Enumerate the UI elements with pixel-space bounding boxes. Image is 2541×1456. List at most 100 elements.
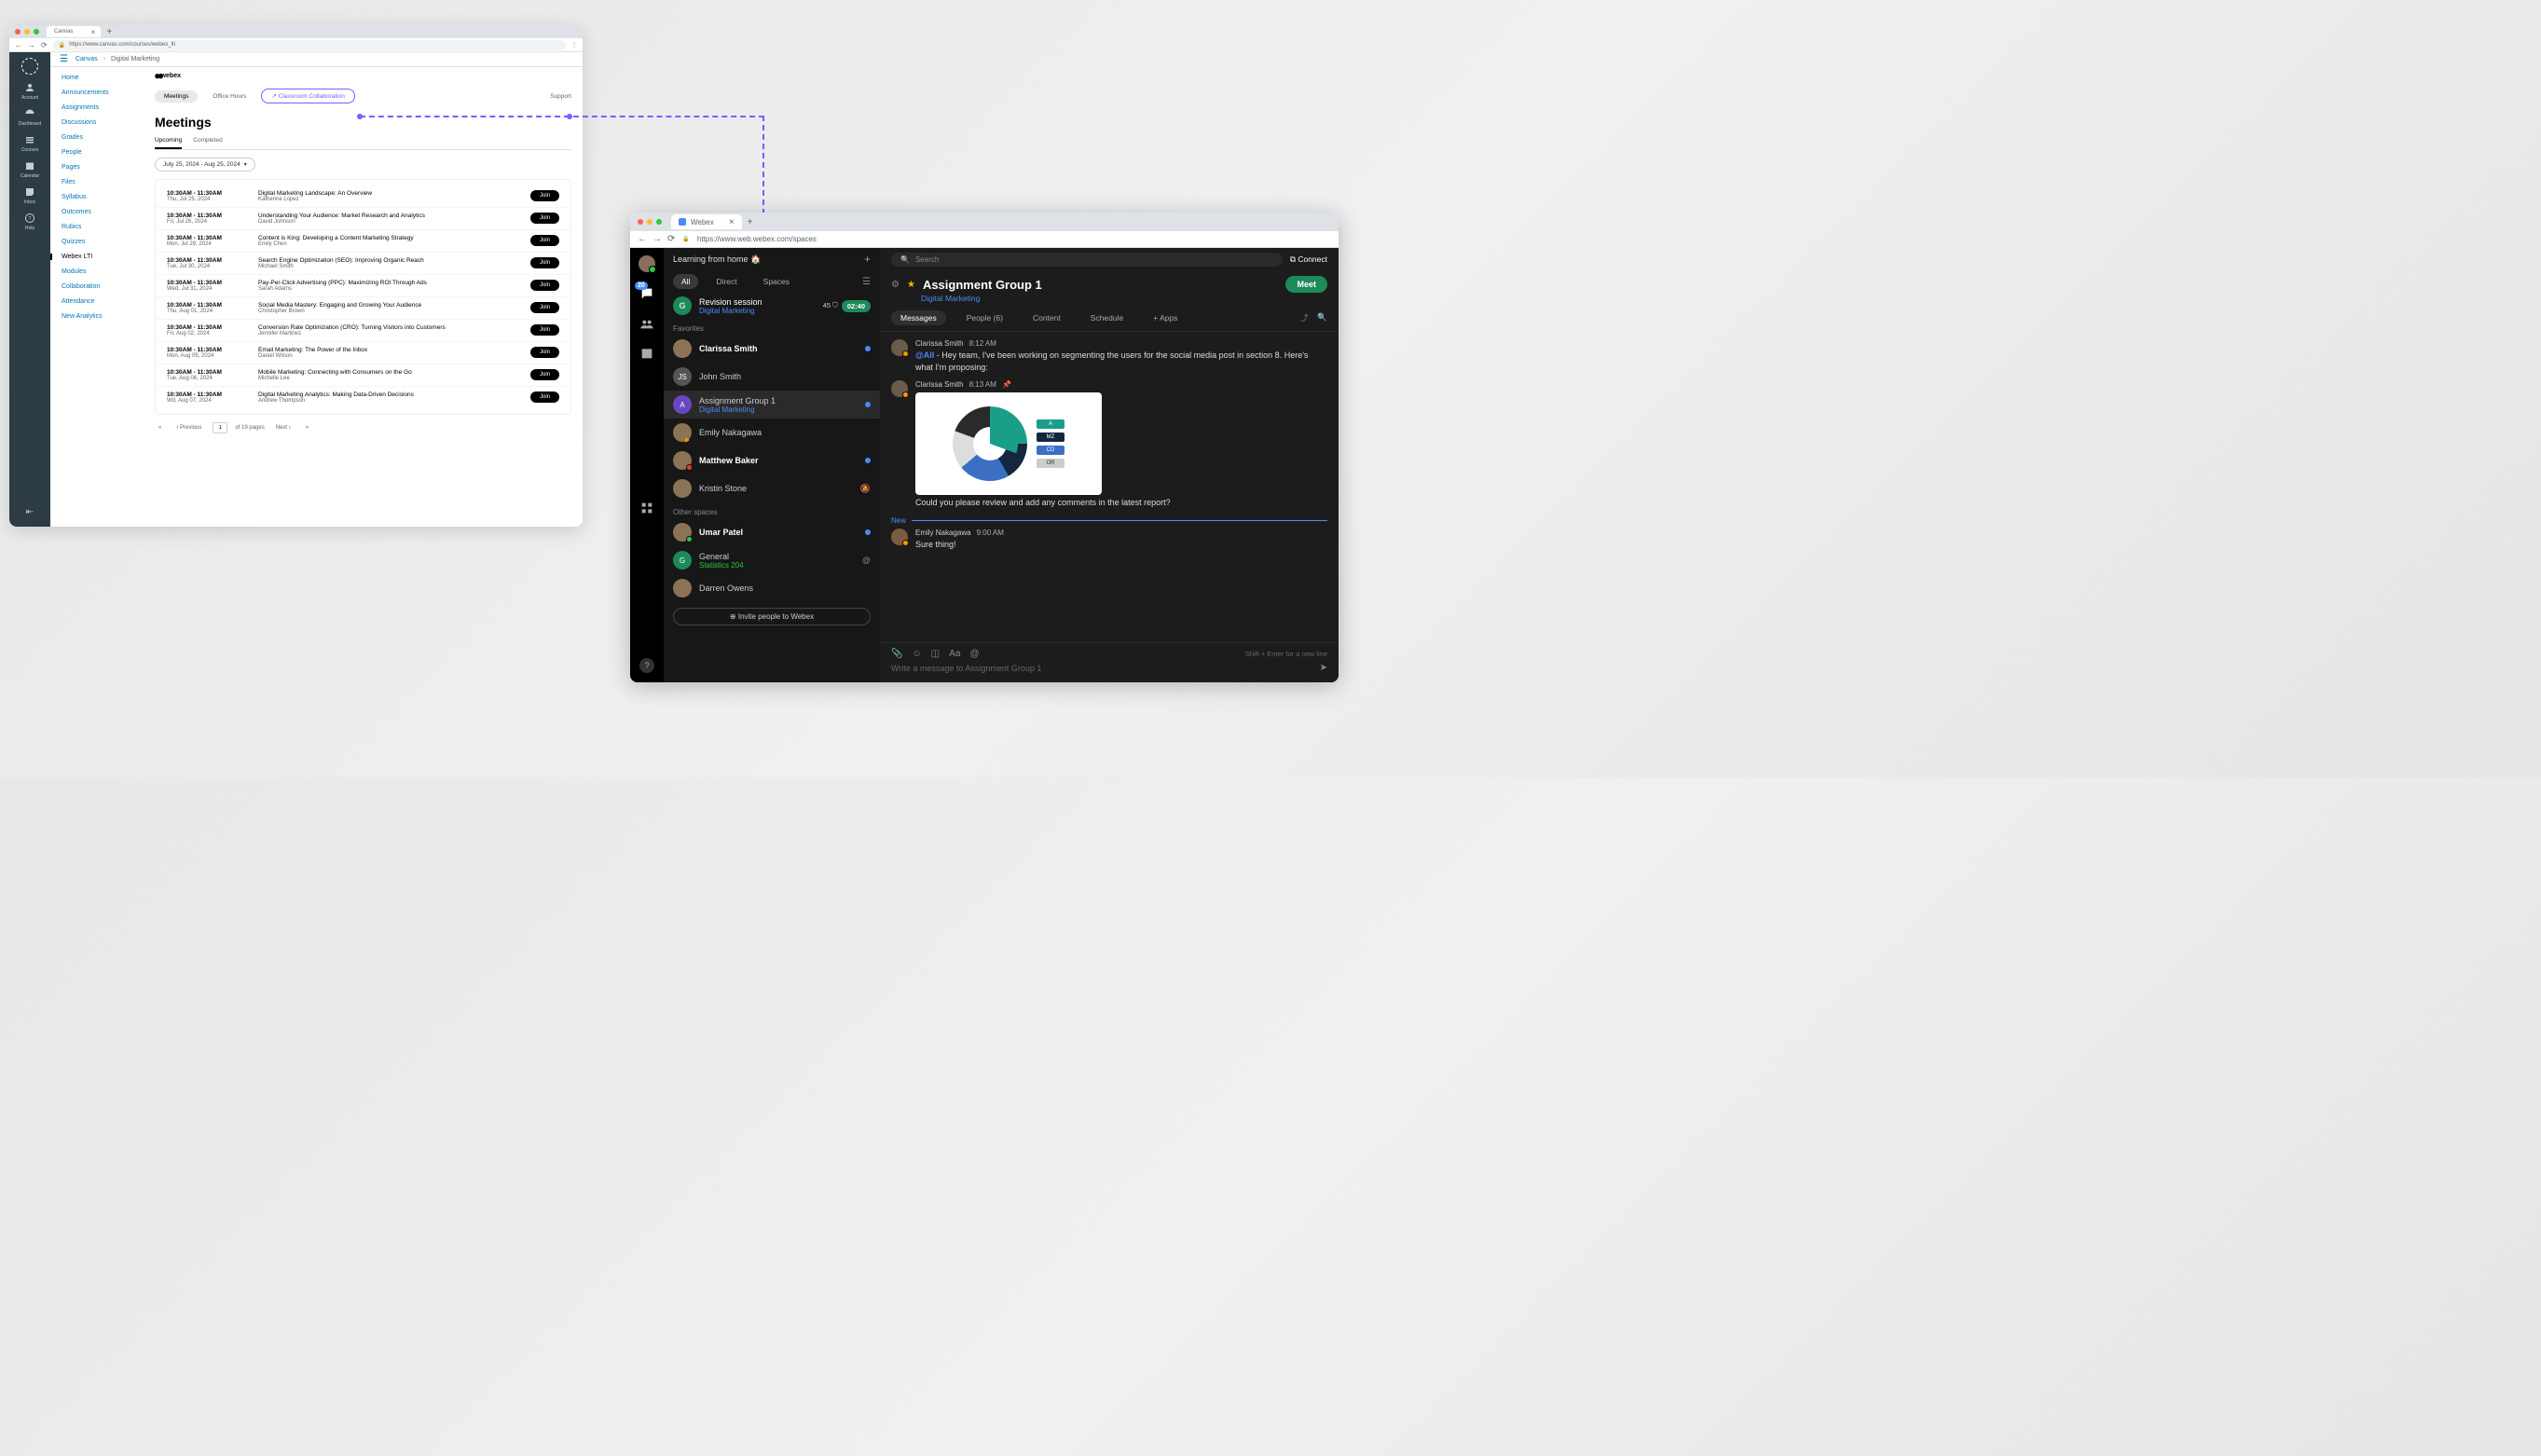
rail-dashboard[interactable]: Dashboard bbox=[19, 108, 41, 127]
rail-inbox[interactable]: Inbox bbox=[24, 186, 35, 205]
settings-icon[interactable]: ⚙ bbox=[891, 280, 900, 290]
course-nav-item[interactable]: Assignments bbox=[62, 104, 144, 111]
browser-menu-icon[interactable]: ⋮ bbox=[571, 42, 577, 48]
join-button[interactable]: Join bbox=[530, 324, 559, 336]
rail-messaging-icon[interactable]: 20 bbox=[639, 285, 655, 302]
rail-help[interactable]: ?Help bbox=[24, 213, 35, 231]
subtab-completed[interactable]: Completed bbox=[193, 137, 222, 149]
space-list-item[interactable]: GGeneralStatistics 204@ bbox=[664, 546, 880, 574]
join-button[interactable]: Join bbox=[530, 369, 559, 380]
course-nav-item[interactable]: Rubics bbox=[62, 224, 144, 230]
tab-meetings[interactable]: Meetings bbox=[155, 90, 198, 103]
page-next[interactable]: Next › bbox=[272, 423, 295, 433]
tab-messages[interactable]: Messages bbox=[891, 310, 946, 325]
url-field[interactable]: 🔒 https://www.canvas.com/courses/webex_l… bbox=[53, 40, 566, 50]
message-list[interactable]: Clarissa Smith8:12 AM @All - Hey team, I… bbox=[880, 332, 1339, 642]
course-nav-item[interactable]: Attendance bbox=[62, 298, 144, 305]
nav-back-icon[interactable]: ← bbox=[15, 41, 22, 49]
join-button[interactable]: Join bbox=[530, 347, 559, 358]
rail-calendar-icon[interactable] bbox=[639, 345, 655, 362]
course-nav-item[interactable]: Syllabus bbox=[62, 194, 144, 200]
invite-button[interactable]: Invite people to Webex bbox=[673, 608, 871, 625]
space-list-item[interactable]: Darren Owens bbox=[664, 574, 880, 602]
course-nav-item[interactable]: Pages bbox=[62, 164, 144, 171]
join-button[interactable]: Join bbox=[530, 235, 559, 246]
course-nav-item[interactable]: Modules bbox=[62, 268, 144, 275]
course-nav-item[interactable]: People bbox=[62, 149, 144, 156]
rail-courses[interactable]: Courses bbox=[21, 134, 39, 153]
send-icon[interactable]: ➤ bbox=[1320, 663, 1327, 673]
join-button[interactable]: Join bbox=[530, 302, 559, 313]
new-tab-button[interactable]: + bbox=[106, 27, 112, 37]
attach-icon[interactable]: 📎 bbox=[891, 649, 902, 659]
rail-teams-icon[interactable] bbox=[639, 315, 655, 332]
space-list-item[interactable]: Umar Patel bbox=[664, 518, 880, 546]
browser-tab[interactable]: Canvas bbox=[47, 26, 101, 37]
launch-icon[interactable]: ⤴ bbox=[1300, 312, 1309, 323]
join-button[interactable]: Join bbox=[530, 213, 559, 224]
gif-icon[interactable]: ◫ bbox=[931, 649, 940, 659]
page-last-icon[interactable]: » bbox=[302, 423, 312, 433]
emoji-icon[interactable]: ☺ bbox=[912, 649, 921, 659]
nav-reload-icon[interactable]: ⟳ bbox=[667, 234, 675, 244]
course-nav-item[interactable]: Home bbox=[62, 75, 144, 81]
rail-apps-icon[interactable] bbox=[639, 500, 655, 516]
tab-schedule[interactable]: Schedule bbox=[1081, 310, 1133, 325]
attachment-image[interactable]: AMZCDOR bbox=[915, 392, 1102, 495]
page-input[interactable] bbox=[213, 422, 227, 433]
filter-all[interactable]: All bbox=[673, 274, 698, 289]
course-nav-item[interactable]: Files bbox=[62, 179, 144, 185]
support-link[interactable]: Support bbox=[550, 93, 571, 100]
tab-apps[interactable]: + Apps bbox=[1144, 310, 1187, 325]
create-space-icon[interactable]: + bbox=[864, 253, 871, 266]
join-button[interactable]: Join bbox=[530, 280, 559, 291]
hamburger-icon[interactable]: ☰ bbox=[60, 54, 68, 64]
canvas-logo-icon[interactable] bbox=[21, 58, 38, 75]
filter-spaces[interactable]: Spaces bbox=[755, 274, 798, 289]
compose-input[interactable]: Write a message to Assignment Group 1 ➤ bbox=[891, 663, 1327, 673]
join-button[interactable]: Join bbox=[530, 190, 559, 201]
window-controls[interactable] bbox=[638, 219, 662, 225]
course-nav-item[interactable]: Announcements bbox=[62, 89, 144, 96]
format-icon[interactable]: Аа bbox=[949, 649, 960, 659]
space-list-item[interactable]: Matthew Baker bbox=[664, 446, 880, 474]
nav-forward-icon[interactable]: → bbox=[652, 234, 662, 244]
space-list-item[interactable]: Clarissa Smith bbox=[664, 335, 880, 363]
nav-reload-icon[interactable]: ⟳ bbox=[41, 41, 48, 49]
breadcrumb-root[interactable]: Canvas bbox=[76, 56, 98, 62]
filter-icon[interactable]: ☰ bbox=[862, 277, 871, 287]
mention-icon[interactable]: @ bbox=[969, 649, 979, 659]
space-list-item[interactable]: Emily Nakagawa bbox=[664, 419, 880, 446]
pinned-meeting[interactable]: G Revision session Digital Marketing 45 … bbox=[664, 293, 880, 319]
page-first-icon[interactable]: « bbox=[155, 423, 165, 433]
status-header[interactable]: Learning from home 🏠 + bbox=[664, 248, 880, 270]
subtab-upcoming[interactable]: Upcoming bbox=[155, 137, 182, 149]
space-list-item[interactable]: AAssignment Group 1Digital Marketing bbox=[664, 391, 880, 419]
search-in-space-icon[interactable]: 🔍 bbox=[1317, 312, 1327, 323]
tab-people[interactable]: People (6) bbox=[957, 310, 1012, 325]
collapse-nav-icon[interactable]: ⇤ bbox=[26, 507, 34, 517]
space-subtitle[interactable]: Digital Marketing bbox=[921, 294, 1327, 303]
course-nav-item[interactable]: Collaboration bbox=[62, 283, 144, 290]
page-prev[interactable]: ‹ Previous bbox=[172, 423, 205, 433]
favorite-icon[interactable]: ★ bbox=[907, 280, 915, 290]
nav-back-icon[interactable]: ← bbox=[638, 234, 647, 244]
rail-help-icon[interactable]: ? bbox=[639, 658, 654, 673]
window-controls[interactable] bbox=[15, 29, 39, 34]
course-nav-item[interactable]: Webex LTI bbox=[50, 254, 144, 260]
tab-classroom-collaboration[interactable]: Classroom Collaboration bbox=[261, 89, 354, 103]
tab-office-hours[interactable]: Office Hours bbox=[203, 90, 255, 103]
rail-account[interactable]: Account bbox=[21, 82, 38, 101]
course-nav-item[interactable]: Grades bbox=[62, 134, 144, 141]
join-button[interactable]: Join bbox=[530, 257, 559, 268]
connect-button[interactable]: Connect bbox=[1290, 254, 1327, 265]
rail-calendar[interactable]: Calendar bbox=[21, 160, 39, 179]
search-input[interactable]: Search bbox=[891, 253, 1283, 267]
space-list-item[interactable]: JSJohn Smith bbox=[664, 363, 880, 391]
daterange-picker[interactable]: July 25, 2024 - Aug 25, 2024 bbox=[155, 158, 255, 172]
tab-content[interactable]: Content bbox=[1023, 310, 1070, 325]
course-nav-item[interactable]: Outcomes bbox=[62, 209, 144, 215]
user-avatar[interactable] bbox=[639, 255, 655, 272]
course-nav-item[interactable]: Discussions bbox=[62, 119, 144, 126]
course-nav-item[interactable]: Quizzes bbox=[62, 239, 144, 245]
